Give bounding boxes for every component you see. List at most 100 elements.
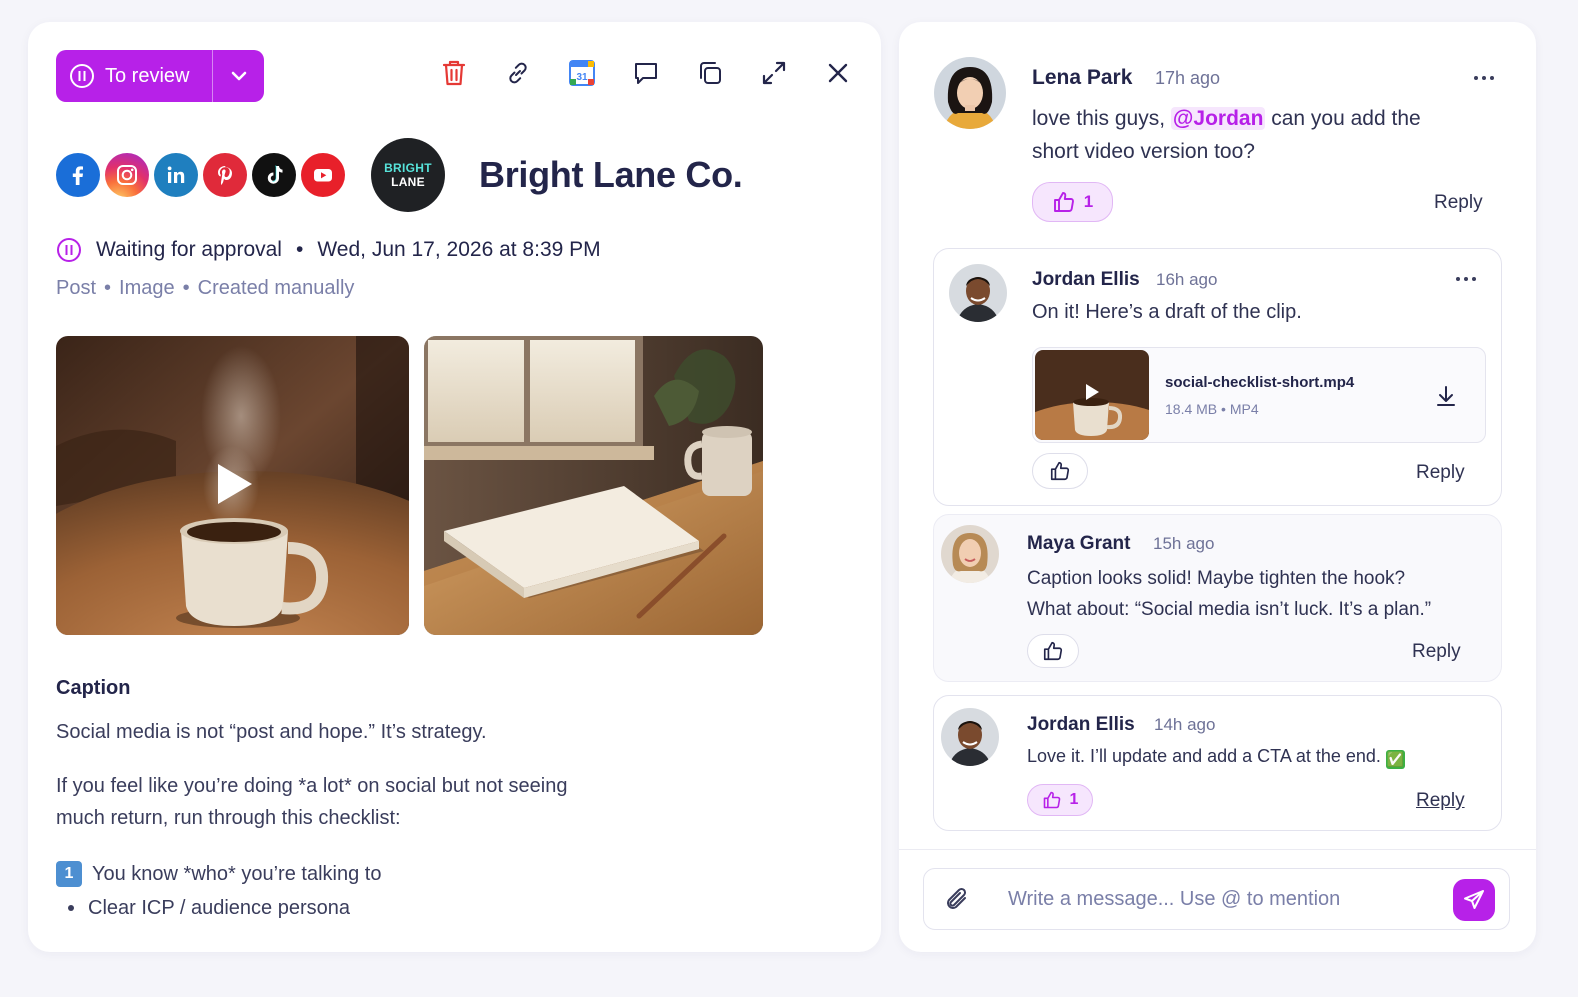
more-options-icon[interactable] <box>1456 277 1476 281</box>
comment-time: 15h ago <box>1153 534 1215 553</box>
expand-button[interactable] <box>759 58 789 88</box>
status-dropdown-button[interactable]: To review <box>56 50 264 102</box>
status-button-label: To review <box>105 64 190 87</box>
reply-button[interactable]: Reply <box>1416 790 1465 812</box>
close-button[interactable] <box>823 58 853 88</box>
thumbs-up-icon <box>1043 641 1063 661</box>
comment-author[interactable]: Jordan Ellis <box>1027 714 1135 736</box>
expand-icon <box>762 61 786 85</box>
keycap-number-icon: 1 <box>56 861 82 887</box>
reply-button[interactable]: Reply <box>1434 192 1483 214</box>
like-button[interactable] <box>1032 453 1088 489</box>
calendar-icon: 31 <box>569 60 595 86</box>
send-button[interactable] <box>1453 879 1495 921</box>
status-caret-button[interactable] <box>212 50 264 102</box>
separator-dot: • <box>182 277 190 299</box>
pause-circle-icon <box>57 238 81 262</box>
pause-circle-icon <box>70 64 94 88</box>
checklist-item-text: You know *who* you’re talking to <box>92 863 382 885</box>
brand-name: Bright Lane Co. <box>479 154 743 195</box>
media-video-thumbnail[interactable] <box>56 336 409 635</box>
mention-link[interactable]: @Jordan <box>1170 107 1266 130</box>
avatar <box>934 57 1006 129</box>
like-button[interactable] <box>1027 634 1079 668</box>
youtube-icon[interactable] <box>301 153 345 197</box>
attach-file-button[interactable] <box>944 885 972 920</box>
comment-time: 16h ago <box>1156 270 1218 289</box>
comment-text-line: What about: “Social media isn’t luck. It… <box>1027 599 1432 620</box>
comment: Jordan Ellis 16h ago On it! Here’s a dra… <box>933 248 1502 506</box>
comment-author[interactable]: Lena Park <box>1032 66 1132 90</box>
delete-button[interactable] <box>439 58 469 88</box>
instagram-icon[interactable] <box>105 153 149 197</box>
post-toolbar: 31 <box>439 58 853 88</box>
comment-text: On it! Here’s a draft of the clip. <box>1032 301 1302 323</box>
attachment-thumbnail[interactable] <box>1035 350 1149 440</box>
message-input[interactable] <box>1008 883 1428 915</box>
comment-icon <box>635 63 657 84</box>
close-icon <box>828 63 848 83</box>
avatar <box>949 264 1007 322</box>
status-text: Waiting for approval <box>96 238 282 261</box>
calendar-day-text: 31 <box>576 72 588 83</box>
duplicate-button[interactable] <box>695 58 725 88</box>
bullet-dot <box>68 905 74 911</box>
download-button[interactable] <box>1435 384 1457 413</box>
reply-button[interactable]: Reply <box>1412 641 1461 663</box>
post-type: Post <box>56 277 97 299</box>
comment-text: Caption looks solid! Maybe tighten the h… <box>1027 563 1431 625</box>
link-icon <box>509 62 527 84</box>
brand-logo-line1: BRIGHT <box>384 161 432 175</box>
creation-method: Created manually <box>197 277 355 299</box>
comment-text-line: Caption looks solid! Maybe tighten the h… <box>1027 568 1406 589</box>
check-mark-icon: ✅ <box>1385 750 1405 769</box>
more-options-icon[interactable] <box>1474 76 1494 80</box>
avatar <box>941 525 999 583</box>
separator-dot: • <box>295 238 304 261</box>
message-composer <box>923 868 1510 930</box>
checklist-item: 1 You know *who* you’re talking to <box>56 858 656 890</box>
attachment-meta: 18.4 MB • MP4 <box>1165 401 1259 417</box>
reply-button[interactable]: Reply <box>1416 462 1465 484</box>
status-button-main[interactable]: To review <box>56 50 212 102</box>
comment-author[interactable]: Jordan Ellis <box>1032 269 1140 291</box>
avatar <box>941 708 999 766</box>
post-meta: Post • Image • Created manually <box>56 277 354 300</box>
like-button[interactable]: 1 <box>1032 182 1113 222</box>
comment-author[interactable]: Maya Grant <box>1027 533 1130 555</box>
caption-body: Social media is not “post and hope.” It’… <box>56 716 656 924</box>
thumbs-up-icon <box>1050 461 1070 481</box>
post-detail-panel: To review 31 BRIGHT LANE Bright Lane Co.… <box>28 22 881 952</box>
brand-avatar: BRIGHT LANE <box>371 138 445 212</box>
scheduled-datetime: Wed, Jun 17, 2026 at 8:39 PM <box>317 238 601 261</box>
notebook-desk-image <box>424 336 763 635</box>
calendar-button[interactable]: 31 <box>567 58 597 88</box>
like-button[interactable]: 1 <box>1027 784 1093 816</box>
checklist-subitem: Clear ICP / audience persona <box>56 892 656 924</box>
caption-line: Social media is not “post and hope.” It’… <box>56 721 487 743</box>
caption-title: Caption <box>56 677 131 699</box>
pinterest-icon[interactable] <box>203 153 247 197</box>
like-count: 1 <box>1083 192 1094 211</box>
comment-text-part: short video version too? <box>1032 140 1255 163</box>
approval-status: Waiting for approval • Wed, Jun 17, 2026… <box>56 237 601 263</box>
attachment-filename: social-checklist-short.mp4 <box>1165 374 1355 391</box>
comment-text: Love it. I’ll update and add a CTA at th… <box>1027 746 1405 769</box>
thumbs-up-icon <box>1043 791 1060 809</box>
comment-text-part: can you add the <box>1265 107 1421 130</box>
comments-button[interactable] <box>631 58 661 88</box>
send-icon <box>1464 890 1484 909</box>
attachment-type: MP4 <box>1229 401 1259 417</box>
facebook-icon[interactable] <box>56 153 100 197</box>
paperclip-icon <box>947 887 967 909</box>
separator-dot: • <box>1221 401 1230 417</box>
chevron-down-icon <box>231 71 246 81</box>
media-image-thumbnail[interactable] <box>424 336 763 635</box>
attachment-card[interactable]: social-checklist-short.mp4 18.4 MB • MP4 <box>1032 347 1486 443</box>
tiktok-icon[interactable] <box>252 153 296 197</box>
copy-link-button[interactable] <box>503 58 533 88</box>
social-network-list <box>56 153 345 197</box>
comment-text-part: love this guys, <box>1032 107 1171 130</box>
linkedin-icon[interactable] <box>154 153 198 197</box>
coffee-mug-image <box>56 336 409 635</box>
